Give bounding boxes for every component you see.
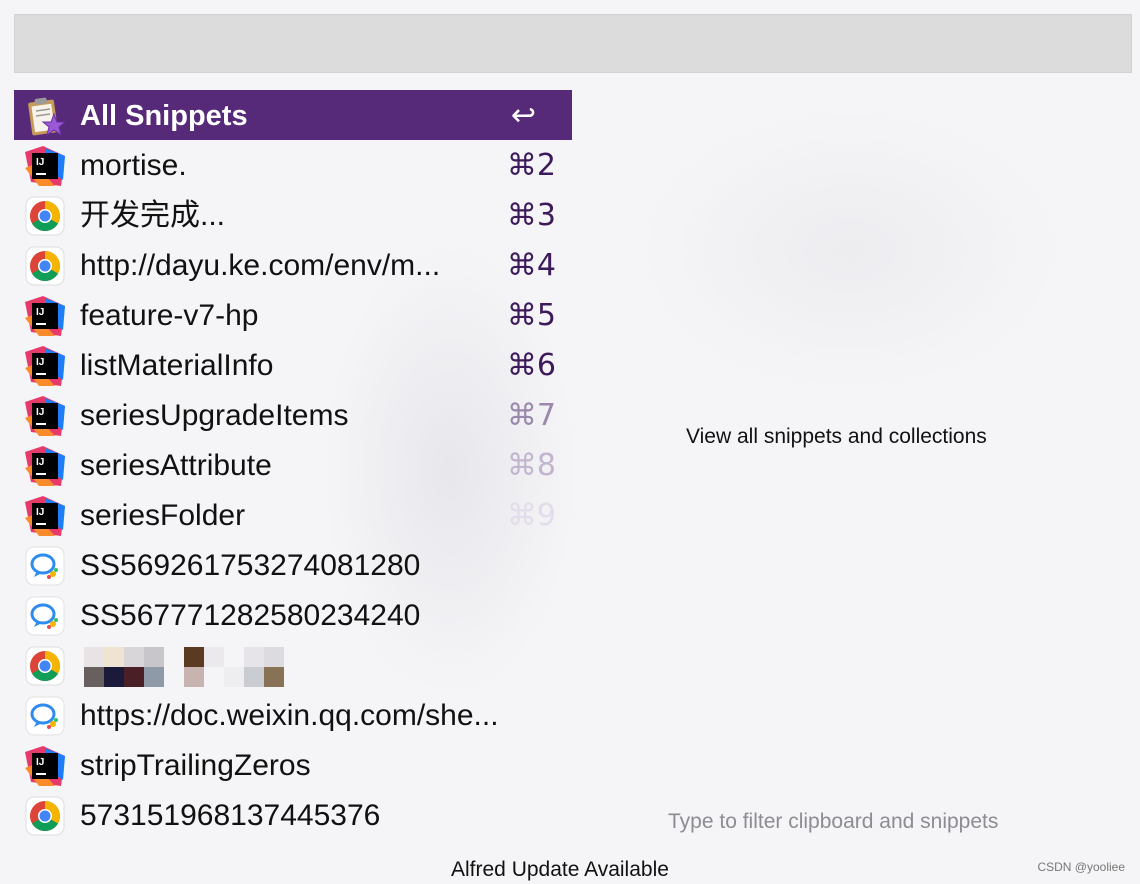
result-row[interactable]: IJ feature-v7-hp ⌘5 [14,290,572,340]
result-row-all-snippets[interactable]: All Snippets ↩ [14,90,572,140]
watermark: CSDN @yooliee [1037,860,1125,874]
result-label: http://dayu.ke.com/env/m... [80,249,441,282]
svg-text:IJ: IJ [36,357,44,368]
results-list: All Snippets ↩ IJ mortise. ⌘2 开发完成... ⌘3 [14,90,572,840]
filter-hint: Type to filter clipboard and snippets [668,810,999,833]
result-label: seriesFolder [80,499,246,532]
svg-text:IJ: IJ [36,457,44,468]
result-label: SS567771282580234240 [80,599,421,632]
intellij-idea-icon: IJ [25,396,65,436]
result-label: seriesAttribute [80,449,272,482]
shortcut-hint: ⌘3 [506,198,556,233]
shortcut-hint: ⌘9 [506,498,556,533]
intellij-idea-icon: IJ [25,746,65,786]
result-row[interactable]: IJ mortise. ⌘2 [14,140,572,190]
result-label: SS569261753274081280 [80,549,421,582]
result-label: seriesUpgradeItems [80,399,349,432]
shortcut-hint: ⌘2 [506,148,556,183]
chrome-icon [25,646,65,686]
result-label: feature-v7-hp [80,299,259,332]
svg-text:IJ: IJ [36,507,44,518]
result-label: All Snippets [80,100,248,132]
result-label: https://doc.weixin.qq.com/she... [80,699,499,732]
result-label: stripTrailingZeros [80,749,311,782]
result-row[interactable]: https://doc.weixin.qq.com/she... [14,690,572,740]
result-row[interactable]: IJ seriesAttribute ⌘8 [14,440,572,490]
clipboard-snippets-icon [28,97,65,136]
result-label: 开发完成... [80,199,226,232]
result-row[interactable]: IJ seriesUpgradeItems ⌘7 [14,390,572,440]
result-label: mortise. [80,149,187,182]
svg-text:IJ: IJ [36,407,44,418]
svg-text:IJ: IJ [36,307,44,318]
preview-description: View all snippets and collections [686,425,987,448]
result-label: listMaterialInfo [80,349,274,382]
result-row[interactable]: IJ listMaterialInfo ⌘6 [14,340,572,390]
result-row[interactable]: http://dayu.ke.com/env/m... ⌘4 [14,240,572,290]
intellij-idea-icon: IJ [25,346,65,386]
intellij-idea-icon: IJ [25,446,65,486]
wechat-work-icon [25,696,65,736]
shortcut-hint: ⌘6 [506,348,556,383]
svg-text:IJ: IJ [36,157,44,168]
chrome-icon [25,246,65,286]
intellij-idea-icon: IJ [25,296,65,336]
pixelated-redaction [84,647,314,687]
chrome-icon [25,796,65,836]
return-key-icon: ↩ [510,98,536,133]
shortcut-hint: ⌘4 [506,248,556,283]
shortcut-hint: ⌘8 [506,448,556,483]
result-row[interactable]: IJ stripTrailingZeros [14,740,572,790]
search-input[interactable] [14,14,1132,73]
intellij-idea-icon: IJ [25,146,65,186]
result-row-redacted[interactable] [14,640,572,690]
shortcut-hint: ⌘5 [506,298,556,333]
chrome-icon [25,196,65,236]
result-row[interactable]: SS569261753274081280 [14,540,572,590]
intellij-idea-icon: IJ [25,496,65,536]
result-row[interactable]: SS567771282580234240 [14,590,572,640]
result-row[interactable]: 开发完成... ⌘3 [14,190,572,240]
wechat-work-icon [25,546,65,586]
svg-text:IJ: IJ [36,757,44,768]
update-available-link[interactable]: Alfred Update Available [451,858,669,882]
result-row[interactable]: IJ seriesFolder ⌘9 [14,490,572,540]
result-label: 573151968137445376 [80,799,381,832]
result-row[interactable]: 573151968137445376 [14,790,572,840]
shortcut-hint: ⌘7 [506,398,556,433]
wechat-work-icon [25,596,65,636]
